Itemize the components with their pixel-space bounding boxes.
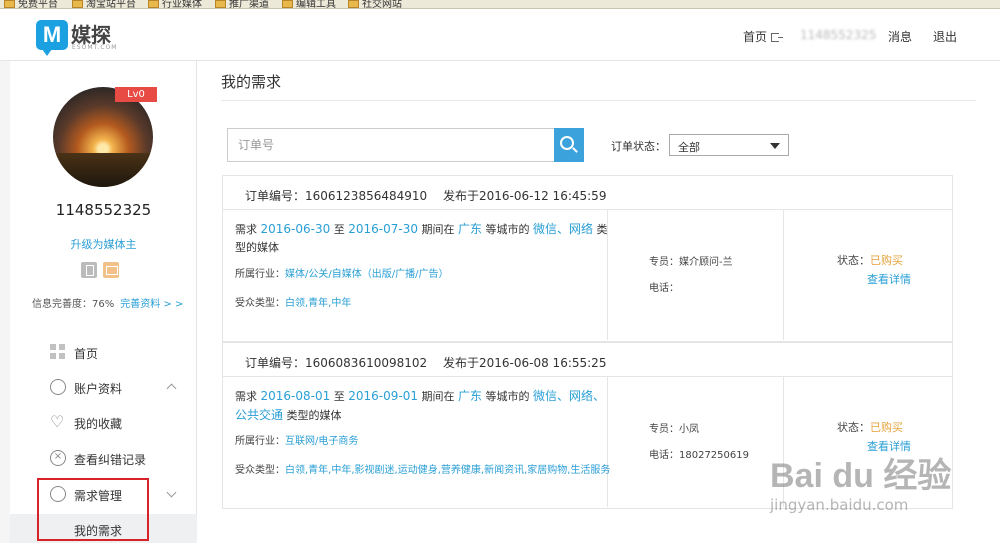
- folder-icon: [4, 0, 15, 8]
- order-requirement: 需求 2016-06-30 至 2016-07-30 期间在 广东 等城市的 微…: [235, 222, 608, 254]
- bookmark-item[interactable]: 淘宝站平台: [72, 0, 136, 8]
- start-date: 2016-06-30: [260, 222, 331, 236]
- order-phone: 电话：: [649, 283, 679, 294]
- channels: 微信、网络: [533, 222, 594, 236]
- sidebar-item-home[interactable]: 首页: [10, 336, 197, 368]
- column-divider: [783, 377, 784, 507]
- view-detail-link[interactable]: 查看详情: [867, 438, 911, 454]
- nav-logout-link[interactable]: 退出: [933, 28, 957, 45]
- bookmark-item[interactable]: 推广渠道: [215, 0, 269, 8]
- divider: [221, 100, 976, 101]
- order-requirement: 需求 2016-08-01 至 2016-09-01 期间在 广东 等城市的 微…: [235, 389, 606, 422]
- bookmark-item[interactable]: 编辑工具: [282, 0, 336, 8]
- level-badge: Lv0: [115, 87, 157, 102]
- bookmarks-bar: 免费平台 淘宝站平台 行业媒体 推广渠道 编辑工具 社交网站: [0, 0, 1000, 9]
- start-date: 2016-08-01: [260, 389, 331, 403]
- site-header: M 媒探 ESOMT.COM 首页 1148552325 消息 退出: [0, 9, 1000, 61]
- order-agent: 专员：小凤: [649, 424, 699, 435]
- order-card: 订单编号：1606083610098102 发布于2016-06-08 16:5…: [222, 342, 953, 509]
- grid-icon: [50, 344, 66, 360]
- nav-home-link[interactable]: 首页: [743, 28, 784, 45]
- column-divider: [783, 210, 784, 340]
- profile-completeness: 信息完善度：76% 完善资料 > >: [32, 299, 184, 310]
- end-date: 2016-07-30: [348, 222, 418, 236]
- sidebar: Lv0 1148552325 升级为媒体主 信息完善度：76% 完善资料 > > …: [10, 61, 197, 543]
- order-card: 订单编号：1606123856484910 发布于2016-06-12 16:4…: [222, 175, 953, 342]
- chevron-up-icon: [166, 383, 177, 394]
- bookmark-item[interactable]: 行业媒体: [148, 0, 202, 8]
- order-publish-time: 发布于2016-06-08 16:55:25: [443, 356, 607, 370]
- user-id: 1148552325: [55, 201, 152, 219]
- order-status-label: 订单状态：: [611, 140, 666, 153]
- avatar[interactable]: [53, 87, 153, 187]
- folder-icon: [348, 0, 359, 8]
- order-publish-time: 发布于2016-06-12 16:45:59: [443, 189, 607, 203]
- caret-down-icon: [770, 143, 780, 149]
- order-agent: 专员：媒介顾问-兰: [649, 257, 733, 268]
- status-badge: 已购买: [870, 421, 903, 434]
- upgrade-link[interactable]: 升级为媒体主: [10, 236, 197, 252]
- sidebar-item-corrections[interactable]: × 查看纠错记录: [10, 442, 197, 474]
- folder-icon: [282, 0, 293, 8]
- order-header: 订单编号：1606123856484910 发布于2016-06-12 16:4…: [223, 176, 952, 210]
- chevron-down-icon: [166, 487, 177, 498]
- order-body: 需求 2016-08-01 至 2016-09-01 期间在 广东 等城市的 微…: [223, 377, 952, 507]
- sidebar-item-favorites[interactable]: ♡ 我的收藏: [10, 406, 197, 438]
- bookmark-item[interactable]: 免费平台: [4, 0, 58, 8]
- order-body: 需求 2016-06-30 至 2016-07-30 期间在 广东 等城市的 微…: [223, 210, 952, 340]
- nav-username[interactable]: 1148552325: [800, 28, 876, 42]
- order-number-input[interactable]: [228, 129, 555, 161]
- order-status: 状态：已购买: [837, 254, 903, 267]
- order-number: 订单编号：1606123856484910: [245, 189, 428, 203]
- city: 广东: [458, 389, 483, 403]
- order-status-select[interactable]: 全部: [669, 134, 789, 156]
- order-audience: 受众类型：白领,青年,中年,影视剧迷,运动健身,营养健康,新闻资讯,家居购物,生…: [235, 465, 611, 476]
- close-circle-icon: ×: [50, 450, 66, 466]
- user-icon: [50, 379, 66, 395]
- bookmark-item[interactable]: 社交网站: [348, 0, 402, 8]
- order-number: 订单编号：1606083610098102: [245, 356, 428, 370]
- nav-messages-link[interactable]: 消息: [888, 28, 912, 45]
- order-search: [227, 128, 557, 162]
- order-header: 订单编号：1606083610098102 发布于2016-06-08 16:5…: [223, 343, 952, 377]
- order-industry: 所属行业：媒体/公关/自媒体（出版/广播/广告）: [235, 269, 449, 280]
- external-link-icon: [771, 33, 784, 42]
- folder-icon: [215, 0, 226, 8]
- order-industry: 所属行业：互联网/电子商务: [235, 436, 359, 447]
- folder-icon: [148, 0, 159, 8]
- annotation-highlight-box: [37, 478, 149, 541]
- heart-icon: ♡: [50, 412, 65, 431]
- view-detail-link[interactable]: 查看详情: [867, 271, 911, 287]
- complete-profile-link[interactable]: 完善资料 > >: [120, 299, 183, 310]
- main-content: 我的需求 订单状态： 全部 订单编号：1606123856484910 发布于2…: [197, 61, 1000, 543]
- page-title: 我的需求: [221, 73, 282, 91]
- order-audience: 受众类型：白领,青年,中年: [235, 298, 352, 309]
- order-status: 状态：已购买: [837, 421, 903, 434]
- search-button[interactable]: [554, 128, 584, 162]
- sidebar-item-account[interactable]: 账户资料: [10, 371, 197, 403]
- phone-icon[interactable]: [81, 262, 97, 278]
- mail-icon[interactable]: [103, 262, 119, 278]
- city: 广东: [458, 222, 483, 236]
- folder-icon: [72, 0, 83, 8]
- status-badge: 已购买: [870, 254, 903, 267]
- end-date: 2016-09-01: [348, 389, 418, 403]
- order-phone: 电话：18027250619: [649, 450, 749, 461]
